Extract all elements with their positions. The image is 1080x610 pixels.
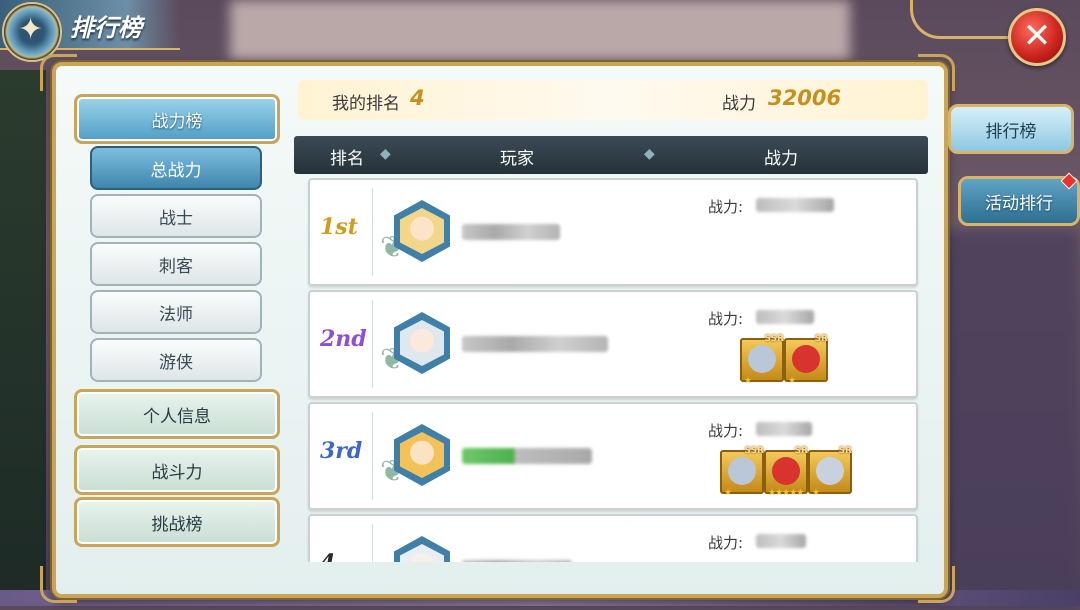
my-rank-label: 我的排名 (332, 94, 400, 114)
ranking-row[interactable]: 4 战力: (308, 514, 918, 562)
star-icon: ★ (788, 376, 796, 386)
rank-badge: 1st (320, 214, 358, 240)
rank-badge: 2nd (320, 326, 367, 352)
background-building (230, 0, 850, 60)
my-power-label: 战力 (722, 94, 756, 114)
avatar-portrait (400, 208, 444, 254)
background-building (940, 230, 1080, 610)
power-value-redacted (756, 198, 834, 212)
star-icon: ✦ (18, 12, 44, 47)
ranking-table-header: 排名 ◆ 玩家 ◆ 战力 (294, 136, 928, 174)
power-value-redacted (756, 534, 806, 548)
notification-dot-icon (1060, 172, 1078, 190)
rarity-tag: SSR (764, 334, 785, 344)
hero-portrait (748, 345, 776, 373)
hero-card[interactable]: SR ★ (808, 446, 852, 498)
nav-challenge-ranking[interactable]: 挑战榜 (74, 497, 280, 547)
tab-event-ranking[interactable]: 活动排行 (958, 172, 1080, 226)
hero-portrait (816, 457, 844, 485)
column-rank[interactable]: 排名 (330, 144, 364, 169)
sort-icon[interactable]: ◆ (380, 146, 391, 162)
row-divider (372, 412, 373, 500)
panel-corner-ornament (918, 566, 955, 603)
rarity-tag: SSR (744, 446, 765, 456)
player-name-redacted (462, 560, 572, 562)
ranking-row[interactable]: 2nd ❦ 战力: SSR ★ SR ★ (308, 290, 918, 398)
player-name-redacted (462, 224, 560, 240)
player-name-redacted (462, 336, 608, 352)
power-value-redacted (756, 310, 814, 324)
compass-emblem: ✦ (2, 2, 62, 62)
tab-event-ranking-label: 活动排行 (985, 193, 1053, 214)
rank-badge: 3rd (320, 438, 363, 464)
star-icon: ★ (812, 488, 820, 498)
hero-card[interactable]: SR ★★★★★ (764, 446, 808, 498)
column-player[interactable]: 玩家 (500, 144, 534, 169)
panel-corner-ornament (40, 54, 77, 91)
background-left (0, 70, 46, 606)
ranking-row[interactable]: 1st ❦ 战力: (308, 178, 918, 286)
player-name-redacted (462, 448, 592, 464)
row-divider (372, 524, 373, 562)
sort-icon[interactable]: ◆ (644, 146, 655, 162)
avatar-portrait (400, 544, 444, 562)
power-label: 战力: (708, 198, 744, 216)
power-label: 战力: (708, 422, 744, 440)
rarity-tag: SR (838, 446, 852, 456)
player-avatar[interactable] (394, 536, 450, 562)
avatar-portrait (400, 320, 444, 366)
nav-personal-info[interactable]: 个人信息 (74, 389, 280, 439)
column-power[interactable]: 战力 (764, 144, 798, 169)
ranking-row[interactable]: 3rd ❦ 战力: SSR ★ SR ★★★★★ SR ★ (308, 402, 918, 510)
nav-sub-warrior[interactable]: 战士 (90, 194, 262, 238)
page-title: 排行榜 (70, 14, 142, 42)
star-icon: ★ (724, 488, 732, 498)
nav-sub-ranger[interactable]: 游侠 (90, 338, 262, 382)
power-label: 战力: (708, 534, 744, 552)
row-divider (372, 300, 373, 388)
tab-leaderboard[interactable]: 排行榜 (948, 104, 1074, 154)
hero-portrait (728, 457, 756, 485)
nav-power-ranking[interactable]: 战力榜 (74, 94, 280, 144)
frame-ornament (910, 0, 1013, 39)
ranking-list[interactable]: 1st ❦ 战力: 2nd ❦ 战力: SSR ★ SR ★ 3rd ❦ 战力:… (300, 176, 922, 562)
hero-card[interactable]: SSR ★ (720, 446, 764, 498)
row-divider (372, 188, 373, 276)
close-button[interactable]: ✕ (1008, 8, 1066, 66)
hero-card[interactable]: SSR ★ (740, 334, 784, 386)
panel-corner-ornament (40, 566, 77, 603)
rarity-tag: SR (814, 334, 828, 344)
nav-sub-assassin[interactable]: 刺客 (90, 242, 262, 286)
my-rank-value: 4 (410, 86, 425, 110)
power-value-redacted (756, 422, 812, 436)
my-rank-bar: 我的排名 4 战力 32006 (298, 80, 928, 120)
nav-sub-total-power[interactable]: 总战力 (90, 146, 262, 190)
star-icon: ★ (744, 376, 752, 386)
rarity-tag: SR (794, 446, 808, 456)
hero-portrait (792, 345, 820, 373)
power-label: 战力: (708, 310, 744, 328)
hero-card[interactable]: SR ★ (784, 334, 828, 386)
rank-badge: 4 (320, 550, 335, 562)
nav-combat-power[interactable]: 战斗力 (74, 445, 280, 495)
star-icon: ★★★★★ (768, 488, 804, 498)
my-power-value: 32006 (768, 86, 842, 110)
nav-sub-mage[interactable]: 法师 (90, 290, 262, 334)
avatar-portrait (400, 432, 444, 478)
hero-portrait (772, 457, 800, 485)
